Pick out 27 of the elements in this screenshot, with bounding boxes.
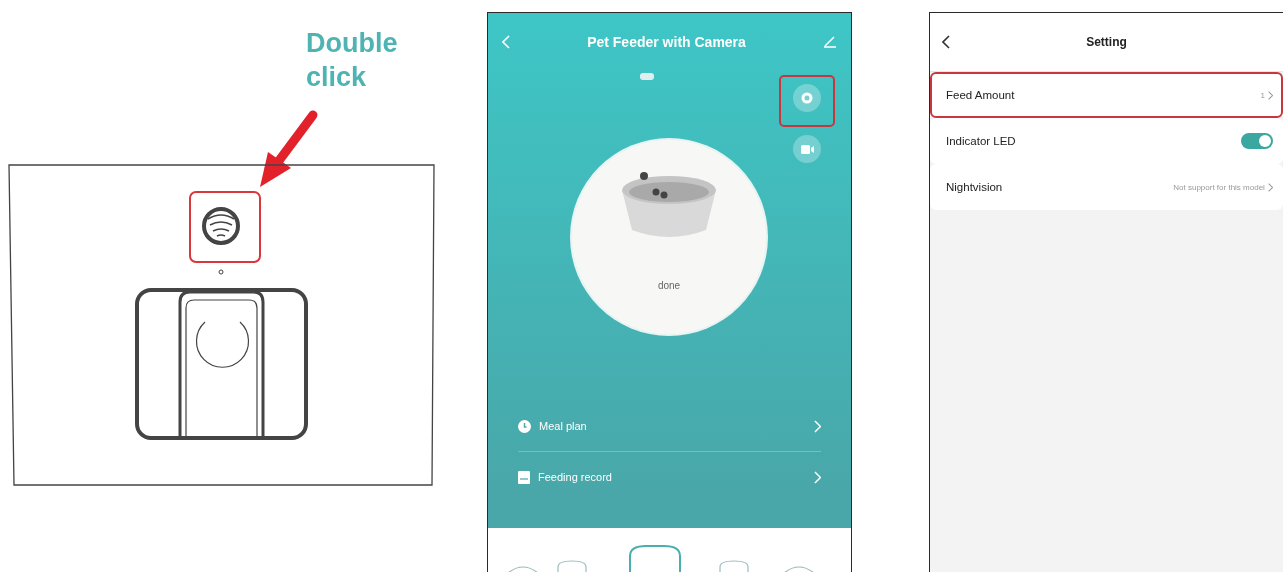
- record-icon: [518, 470, 530, 484]
- screen-title: Pet Feeder with Camera: [587, 34, 746, 50]
- toggle-switch[interactable]: [1241, 133, 1273, 149]
- setting-label: Indicator LED: [946, 135, 1017, 147]
- instruction-text: Double click: [306, 27, 399, 94]
- chevron-icon: [1267, 90, 1273, 100]
- feeder-status: done: [656, 280, 682, 291]
- highlight-frame: [189, 191, 261, 263]
- screen-title: Setting: [1085, 35, 1128, 49]
- clock-icon: [518, 419, 531, 433]
- indicator-icon: [640, 73, 654, 80]
- settings-row[interactable]: Indicator LED: [930, 118, 1283, 164]
- chevron-icon: [813, 470, 821, 484]
- setting-label: Nightvision: [946, 181, 1004, 193]
- video-camera-icon: [800, 144, 814, 154]
- settings-button[interactable]: [793, 84, 821, 112]
- setting-value: 1: [1260, 90, 1265, 100]
- chevron-icon: [813, 419, 821, 433]
- chevron-icon: [1267, 182, 1273, 192]
- setting-label: Feed Amount: [946, 89, 1016, 101]
- settings-row[interactable]: Feed Amount 1: [930, 72, 1283, 118]
- back-icon[interactable]: [942, 35, 950, 49]
- camera-button[interactable]: [793, 135, 821, 163]
- edit-icon[interactable]: [823, 36, 837, 48]
- settings-row[interactable]: Nightvision Not support for this model: [930, 164, 1283, 210]
- settings-icon: [801, 92, 813, 104]
- setting-value: Not support for this model: [1173, 182, 1265, 192]
